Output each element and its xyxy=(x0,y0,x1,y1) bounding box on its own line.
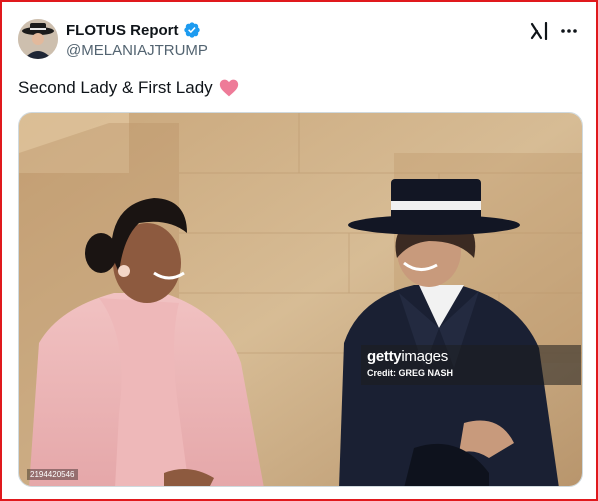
watermark-logo-light: images xyxy=(401,348,448,365)
post-text: Second Lady & First Lady xyxy=(18,78,239,98)
display-name[interactable]: FLOTUS Report xyxy=(66,22,179,39)
watermark-credit: Credit: GREG NASH xyxy=(367,368,454,378)
pink-heart-icon xyxy=(219,79,238,97)
grok-icon[interactable] xyxy=(530,22,550,40)
more-horizontal-icon[interactable] xyxy=(560,22,578,40)
verified-badge-icon xyxy=(183,22,200,38)
avatar-photo xyxy=(18,19,58,59)
getty-watermark: gettyimages Credit: GREG NASH xyxy=(361,345,581,385)
display-name-row: FLOTUS Report xyxy=(66,20,208,40)
post-frame: FLOTUS Report @MELANIAJTRUMP Second Lady… xyxy=(0,0,598,501)
photo-illustration xyxy=(19,113,582,486)
author-names: FLOTUS Report @MELANIAJTRUMP xyxy=(66,20,208,60)
handle[interactable]: @MELANIAJTRUMP xyxy=(66,42,208,59)
post-text-content: Second Lady & First Lady xyxy=(18,78,213,97)
watermark-logo-bold: getty xyxy=(367,348,402,365)
image-id: 2194420546 xyxy=(27,469,78,480)
avatar[interactable] xyxy=(18,19,58,59)
watermark-logo: gettyimages xyxy=(367,349,575,365)
post-image[interactable]: gettyimages Credit: GREG NASH 2194420546 xyxy=(18,112,583,487)
